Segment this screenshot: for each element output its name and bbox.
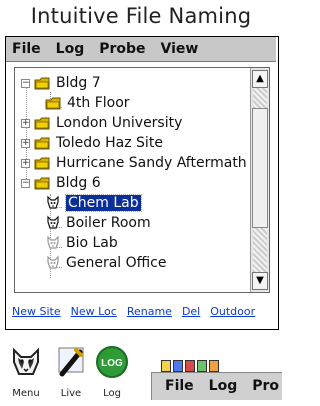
scroll-up-button[interactable]: ▲ — [252, 70, 268, 88]
wand-icon — [58, 347, 84, 377]
toolbar-icon-2[interactable] — [173, 360, 183, 372]
secondary-menu-probe[interactable]: Pro — [252, 374, 279, 399]
log-icon: LOG — [96, 346, 128, 378]
probe-icon-faded — [47, 235, 59, 249]
tree-label-london-university: London University — [56, 115, 183, 131]
probe-icon-faded — [47, 255, 59, 269]
delete-link[interactable]: Del — [182, 305, 200, 318]
tree-scrollbar[interactable]: ▲ ▼ — [250, 68, 269, 292]
tree-label-toledo-haz-site: Toledo Haz Site — [56, 135, 163, 151]
husky-menu-icon — [13, 347, 39, 375]
new-site-link[interactable]: New Site — [12, 305, 61, 318]
top-menubar: File Log Probe View — [6, 37, 276, 62]
folder-icon — [34, 137, 50, 149]
collapse-icon[interactable]: − — [21, 178, 30, 188]
expand-icon[interactable]: + — [21, 118, 30, 128]
menu-file[interactable]: File — [12, 37, 41, 62]
folder-icon — [34, 157, 50, 169]
tree-item-hurricane-sandy[interactable]: + Hurricane Sandy Aftermath — [15, 153, 249, 173]
scroll-thumb[interactable] — [252, 108, 268, 228]
menu-button[interactable] — [6, 342, 46, 382]
tree-item-bio-lab[interactable]: Bio Lab — [15, 233, 249, 253]
tree-label-4th-floor: 4th Floor — [67, 95, 130, 111]
expand-icon[interactable]: + — [21, 138, 30, 148]
tree-item-boiler-room[interactable]: Boiler Room — [15, 213, 249, 233]
log-label: Log — [103, 388, 121, 399]
tree-label-bldg-6: Bldg 6 — [56, 175, 101, 191]
log-button[interactable]: LOG — [92, 342, 132, 382]
tree-item-4th-floor[interactable]: 4th Floor — [15, 93, 249, 113]
tree-label-chem-lab: Chem Lab — [65, 194, 142, 212]
probe-icon — [47, 195, 59, 209]
toolbar-icon-4[interactable] — [197, 360, 207, 372]
tree-label-bldg-7: Bldg 7 — [56, 75, 101, 91]
menu-log[interactable]: Log — [56, 37, 85, 62]
screenshot-page: Intuitive File Naming File Log Probe Vie… — [0, 0, 282, 406]
app-window: File Log Probe View − Bldg 7 4th Floor +… — [5, 36, 279, 330]
collapse-icon[interactable]: − — [21, 78, 30, 88]
secondary-menu-file[interactable]: File — [165, 374, 194, 399]
menu-label: Menu — [12, 388, 40, 399]
tree-item-chem-lab[interactable]: Chem Lab — [15, 193, 249, 213]
folder-icon — [45, 97, 61, 109]
bottom-toolbar: Menu Live LOG Log File Log Pro — [0, 334, 282, 406]
live-button[interactable] — [51, 342, 91, 382]
rename-link[interactable]: Rename — [127, 305, 172, 318]
tree-label-boiler-room: Boiler Room — [66, 215, 151, 231]
action-links: New Site New Loc Rename Del Outdoor — [6, 305, 278, 318]
menu-probe[interactable]: Probe — [99, 37, 145, 62]
probe-icon — [47, 215, 59, 229]
secondary-menubar: File Log Pro — [151, 372, 282, 400]
page-title: Intuitive File Naming — [30, 4, 252, 28]
expand-icon[interactable]: + — [21, 158, 30, 168]
folder-icon — [34, 77, 50, 89]
folder-icon — [34, 117, 50, 129]
tree-label-hurricane-sandy: Hurricane Sandy Aftermath — [56, 155, 247, 171]
tree-item-bldg-6[interactable]: − Bldg 6 — [15, 173, 249, 193]
toolbar-icon-5[interactable] — [209, 360, 219, 372]
tree-item-toledo-haz-site[interactable]: + Toledo Haz Site — [15, 133, 249, 153]
secondary-menu-log[interactable]: Log — [209, 374, 238, 399]
log-badge-text: LOG — [101, 358, 123, 369]
scroll-down-button[interactable]: ▼ — [252, 272, 268, 290]
live-label: Live — [60, 388, 82, 399]
folder-icon — [34, 177, 50, 189]
new-loc-link[interactable]: New Loc — [71, 305, 117, 318]
tree-item-bldg-7[interactable]: − Bldg 7 — [15, 73, 249, 93]
outdoor-link[interactable]: Outdoor — [210, 305, 255, 318]
tree-item-general-office[interactable]: General Office — [15, 253, 249, 273]
location-tree[interactable]: − Bldg 7 4th Floor + London University +… — [14, 67, 270, 293]
toolbar-icon-1[interactable] — [161, 360, 171, 372]
tree-label-bio-lab: Bio Lab — [66, 235, 118, 251]
tree-item-london-university[interactable]: + London University — [15, 113, 249, 133]
menu-view[interactable]: View — [161, 37, 199, 62]
tree-label-general-office: General Office — [66, 255, 167, 271]
toolbar-icon-3[interactable] — [185, 360, 195, 372]
tree-rows: − Bldg 7 4th Floor + London University +… — [15, 73, 249, 273]
